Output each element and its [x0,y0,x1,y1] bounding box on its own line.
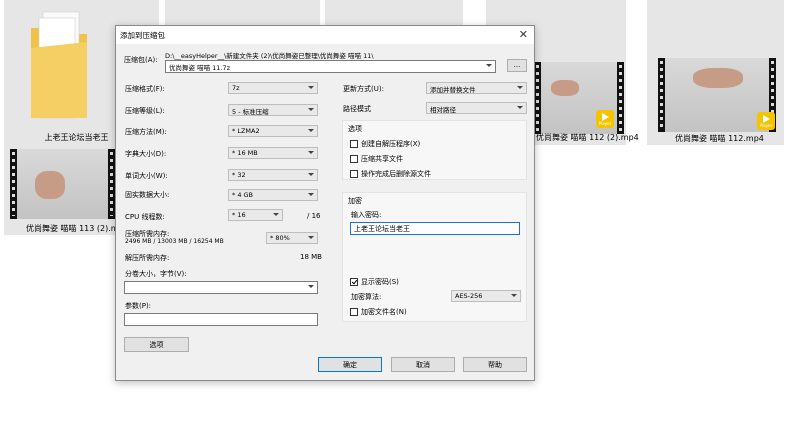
dict-select[interactable]: * 16 MB [228,147,318,159]
options-group: 选项 创建自解压程序(X) 压缩共享文件 操作完成后删除源文件 [342,120,527,180]
file-name: 优尚舞姿 喵喵 113 (2).mp4 [26,224,129,233]
word-label: 单词大小(W): [125,172,168,180]
level-select[interactable]: 5 - 标准压缩 [228,104,318,116]
chevron-down-icon [308,151,314,154]
params-input[interactable] [124,313,318,326]
file-tile-video[interactable]: Player 优尚舞姿 喵喵 112.mp4 [647,0,784,145]
file-name: 优尚舞姿 喵喵 112 (2).mp4 [536,133,639,142]
video-thumbnail [10,149,115,219]
threads-label: CPU 线程数: [125,213,165,221]
chevron-down-icon [517,86,523,89]
level-label: 压缩等级(L): [125,107,165,115]
checkbox-box [350,155,358,163]
file-tile-video[interactable]: 优尚舞姿 喵喵 113 (2).mp4 [4,145,129,235]
mem-compress-detail: 2496 MB / 13003 MB / 16254 MB [125,238,224,245]
desktop: 上老王论坛当老王 Player 优尚舞姿 喵喵 112 (2).mp4 Play… [0,0,800,422]
chevron-down-icon [308,108,314,111]
show-password-label: 显示密码(S) [361,278,399,286]
level-value: 5 - 标准压缩 [232,108,269,116]
chevron-down-icon [308,236,314,239]
checkbox-box [350,170,358,178]
help-button[interactable]: 帮助 [463,357,527,372]
threads-max: / 16 [307,212,321,220]
archive-name-combo[interactable]: 优尚舞姿 喵喵 11.7z [165,60,496,73]
chevron-down-icon [511,294,517,297]
dialog-titlebar[interactable]: 添加到压缩包 ✕ [116,26,534,44]
folder-icon [29,8,89,122]
chevron-down-icon [308,173,314,176]
chevron-down-icon [486,64,492,67]
checkbox-box [350,278,358,286]
format-label: 压缩格式(F): [125,85,165,93]
word-value: * 32 [232,171,246,179]
add-to-archive-dialog: 添加到压缩包 ✕ 压缩包(A): D:\__easyHelper__\新建文件夹… [115,25,535,381]
file-name: 优尚舞姿 喵喵 112.mp4 [675,134,764,143]
checkbox-box [350,308,358,316]
encryption-group: 加密 输入密码: 上老王论坛当老王 显示密码(S) 加密算法: AES-256 … [342,192,527,322]
options-button[interactable]: 选项 [124,337,189,352]
path-mode-label: 路径模式 [343,105,371,113]
browse-button[interactable]: ... [507,59,527,72]
chevron-down-icon [517,106,523,109]
dialog-title: 添加到压缩包 [120,31,165,40]
update-select[interactable]: 添加并替换文件 [426,82,527,94]
update-value: 添加并替换文件 [430,86,476,94]
encryption-method-label: 加密算法: [351,293,382,301]
format-select[interactable]: 7z [228,82,318,94]
chevron-down-icon [308,193,314,196]
solid-value: * 4 GB [232,191,254,199]
dict-value: * 16 MB [232,149,258,157]
method-value: * LZMA2 [232,127,260,135]
encryption-method-select[interactable]: AES-256 [451,290,521,302]
password-input[interactable]: 上老王论坛当老王 [350,222,520,235]
chevron-down-icon [273,213,279,216]
dict-label: 字典大小(D): [125,150,167,158]
encryption-group-title: 加密 [348,197,362,205]
player-badge-icon: Player [596,110,614,128]
encryption-method-value: AES-256 [455,292,483,300]
mem-decompress-label: 解压所需内存: [125,254,170,262]
archive-name-value: 优尚舞姿 喵喵 11.7z [169,64,231,72]
mem-decompress-value: 18 MB [300,253,322,261]
file-tile[interactable] [325,0,463,28]
close-icon[interactable]: ✕ [519,28,528,41]
player-badge-icon: Player [757,112,775,130]
archive-label: 压缩包(A): [124,56,158,64]
options-group-title: 选项 [348,125,362,133]
shared-files-label: 压缩共享文件 [361,155,403,163]
checkbox-box [350,140,358,148]
threads-value: * 16 [232,211,246,219]
encrypt-names-label: 加密文件名(N) [361,308,407,316]
split-label: 分卷大小，字节(V): [125,270,187,278]
archive-path: D:\__easyHelper__\新建文件夹 (2)\优尚舞姿已整理\优尚舞姿… [165,52,374,60]
split-combo[interactable] [124,281,318,294]
delete-after-label: 操作完成后删除源文件 [361,170,431,178]
mem-percent-value: * 80% [270,234,290,242]
update-label: 更新方式(U): [343,85,384,93]
password-label: 输入密码: [351,211,382,219]
cancel-button[interactable]: 取消 [391,357,455,372]
method-label: 压缩方法(M): [125,128,167,136]
chevron-down-icon [308,86,314,89]
word-select[interactable]: * 32 [228,169,318,181]
path-mode-select[interactable]: 相对路径 [426,102,527,114]
chevron-down-icon [308,129,314,132]
params-label: 参数(P): [125,302,152,310]
ok-button[interactable]: 确定 [318,357,382,372]
format-value: 7z [232,84,240,92]
method-select[interactable]: * LZMA2 [228,125,318,137]
path-mode-value: 相对路径 [430,106,456,114]
solid-select[interactable]: * 4 GB [228,189,318,201]
mem-percent-select[interactable]: * 80% [266,232,318,244]
chevron-down-icon [308,285,314,288]
solid-label: 固实数据大小: [125,191,170,199]
file-tile[interactable] [165,0,320,28]
sfx-label: 创建自解压程序(X) [361,140,421,148]
threads-select[interactable]: * 16 [228,209,283,221]
